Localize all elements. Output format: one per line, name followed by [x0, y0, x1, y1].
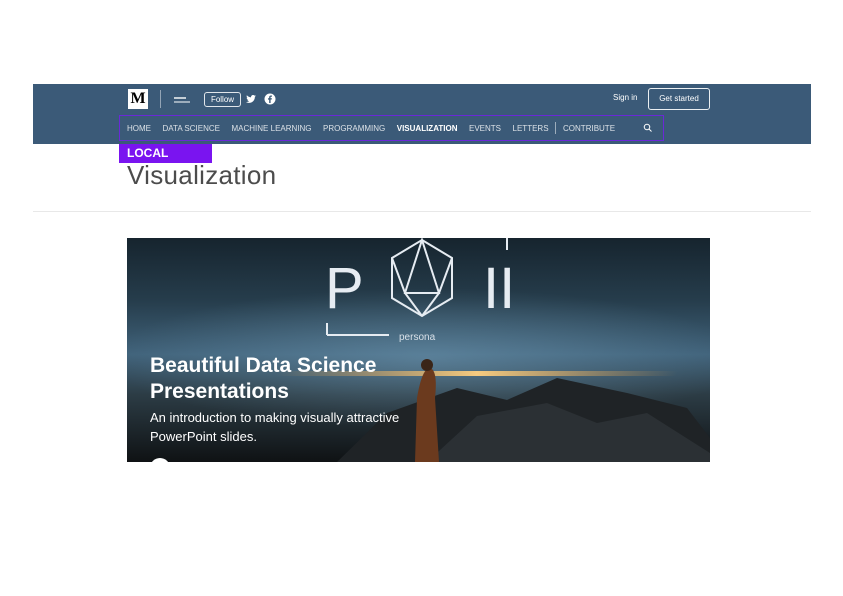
featured-subtitle-line-1: An introduction to making visually attra… [150, 410, 400, 425]
featured-article-card[interactable]: P II persona Beautiful Data Science Pres… [127, 238, 710, 462]
featured-article-title: Beautiful Data Science Presentations [150, 353, 450, 405]
featured-subtitle-line-2: PowerPoint slides. [150, 429, 257, 444]
twitter-icon[interactable] [245, 93, 257, 105]
nav-links: HOME DATA SCIENCE MACHINE LEARNING PROGR… [127, 116, 653, 140]
get-started-button[interactable]: Get started [648, 88, 710, 110]
persona-logo-letter-right: II [483, 256, 515, 321]
top-header: M Follow Sign in Get started HOME DATA S… [33, 84, 811, 144]
featured-title-line-1: Beautiful Data Science [150, 354, 377, 377]
nav-item-letters[interactable]: LETTERS [513, 124, 549, 133]
persona-logo-letter-left: P [325, 256, 364, 321]
persona-logo-caption: persona [399, 332, 436, 343]
section-nav: HOME DATA SCIENCE MACHINE LEARNING PROGR… [119, 115, 664, 141]
search-icon[interactable] [643, 123, 653, 133]
facebook-icon[interactable] [264, 93, 276, 105]
nav-item-machine-learning[interactable]: MACHINE LEARNING [232, 124, 312, 133]
featured-article-subtitle: An introduction to making visually attra… [150, 408, 450, 446]
section-divider [33, 211, 811, 212]
nav-item-visualization[interactable]: VISUALIZATION [397, 124, 458, 133]
nav-item-data-science[interactable]: DATA SCIENCE [163, 124, 221, 133]
medium-logo[interactable]: M [128, 89, 148, 109]
nav-divider [555, 122, 557, 134]
author-avatar [152, 458, 168, 462]
page-title: Visualization [127, 160, 277, 190]
featured-title-line-2: Presentations [150, 380, 289, 403]
nav-item-home[interactable]: HOME [127, 124, 151, 133]
publication-logo[interactable] [174, 96, 194, 103]
nav-item-events[interactable]: EVENTS [469, 124, 501, 133]
nav-item-contribute[interactable]: CONTRIBUTE [563, 124, 615, 133]
sign-in-link[interactable]: Sign in [613, 93, 637, 102]
nav-item-programming[interactable]: PROGRAMMING [323, 124, 385, 133]
header-divider [160, 90, 161, 108]
follow-button[interactable]: Follow [204, 92, 241, 107]
